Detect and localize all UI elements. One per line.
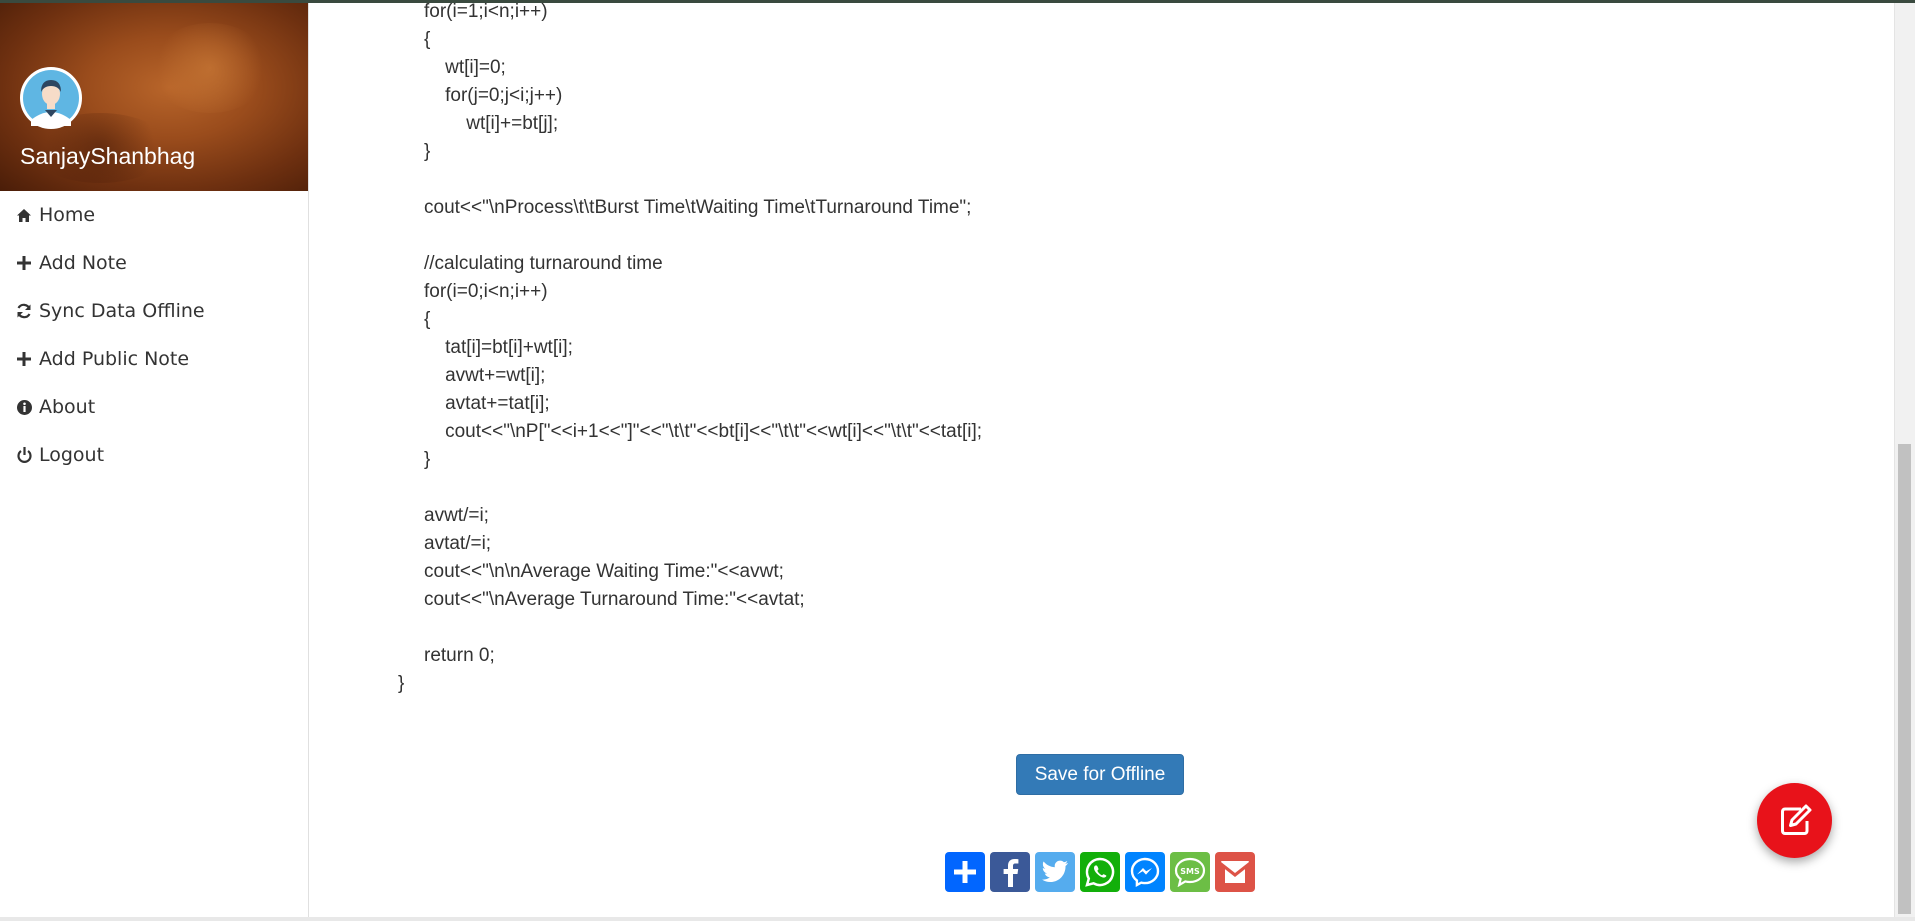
- code-line: cout<<"\nP["<<i+1<<"]"<<"\t\t"<<bt[i]<<"…: [424, 421, 983, 442]
- plus-icon: [15, 254, 33, 272]
- power-icon: [15, 446, 33, 464]
- code-line: avwt+=wt[i];: [424, 365, 546, 386]
- svg-text:SMS: SMS: [1180, 867, 1200, 876]
- twitter-icon[interactable]: [1035, 852, 1075, 892]
- sidebar-item-label: Home: [39, 204, 96, 226]
- avatar[interactable]: [20, 67, 82, 129]
- info-icon: [15, 398, 33, 416]
- sidebar-item-label: Add Note: [39, 252, 127, 274]
- messenger-icon[interactable]: [1125, 852, 1165, 892]
- code-line: avtat/=i;: [424, 533, 492, 554]
- sms-icon[interactable]: SMS: [1170, 852, 1210, 892]
- sidebar-item-label: Add Public Note: [39, 348, 190, 370]
- username: SanjayShanbhag: [20, 143, 196, 169]
- code-line: tat[i]=bt[i]+wt[i];: [424, 337, 573, 358]
- code-line: }: [424, 449, 431, 470]
- code-line: for(j=0;j<i;j++): [424, 85, 563, 106]
- plus-icon: [15, 350, 33, 368]
- code-line: {: [424, 309, 431, 330]
- code-line: //calculating turnaround time: [424, 253, 663, 274]
- sidebar-item-about[interactable]: About: [0, 383, 308, 431]
- edit-icon: [1780, 804, 1811, 835]
- user-avatar-icon: [23, 70, 79, 126]
- sidebar-item-add-public-note[interactable]: Add Public Note: [0, 335, 308, 383]
- code-line: avwt/=i;: [424, 505, 489, 526]
- code-line: wt[i]+=bt[j];: [424, 113, 559, 134]
- scrollbar-thumb[interactable]: [1898, 444, 1911, 914]
- sidebar-item-add-note[interactable]: Add Note: [0, 239, 308, 287]
- code-line: }: [398, 673, 405, 694]
- profile-header: SanjayShanbhag: [0, 3, 308, 191]
- sidebar-item-label: About: [39, 396, 96, 418]
- home-icon: [15, 206, 33, 224]
- refresh-icon: [15, 302, 33, 320]
- facebook-icon[interactable]: [990, 852, 1030, 892]
- sidebar-item-sync-data-offline[interactable]: Sync Data Offline: [0, 287, 308, 335]
- code-line: wt[i]=0;: [424, 57, 506, 78]
- sidebar: SanjayShanbhag Home Add Note Sync Data O…: [0, 3, 309, 921]
- code-line: for(i=1;i<n;i++): [424, 1, 548, 22]
- code-line: cout<<"\n\nAverage Waiting Time:"<<avwt;: [424, 561, 784, 582]
- sidebar-item-home[interactable]: Home: [0, 191, 308, 239]
- code-line: avtat+=tat[i];: [424, 393, 550, 414]
- sidebar-item-label: Sync Data Offline: [39, 300, 205, 322]
- code-line: cout<<"\nAverage Turnaround Time:"<<avta…: [424, 589, 805, 610]
- sidebar-item-logout[interactable]: Logout: [0, 431, 308, 479]
- code-line: {: [424, 29, 431, 50]
- whatsapp-icon[interactable]: [1080, 852, 1120, 892]
- sidebar-nav: Home Add Note Sync Data Offline Add Publ…: [0, 191, 308, 479]
- code-line: return 0;: [424, 645, 495, 666]
- save-for-offline-button[interactable]: Save for Offline: [1016, 754, 1184, 795]
- bottom-edge: [0, 917, 1915, 921]
- code-line: cout<<"\nProcess\t\tBurst Time\tWaiting …: [424, 197, 972, 218]
- code-line: }: [424, 141, 431, 162]
- gmail-icon[interactable]: [1215, 852, 1255, 892]
- share-bar: SMS: [945, 852, 1255, 892]
- code-line: for(i=0;i<n;i++): [424, 281, 548, 302]
- share-plus-icon[interactable]: [945, 852, 985, 892]
- sidebar-item-label: Logout: [39, 444, 105, 466]
- edit-note-fab[interactable]: [1757, 783, 1832, 858]
